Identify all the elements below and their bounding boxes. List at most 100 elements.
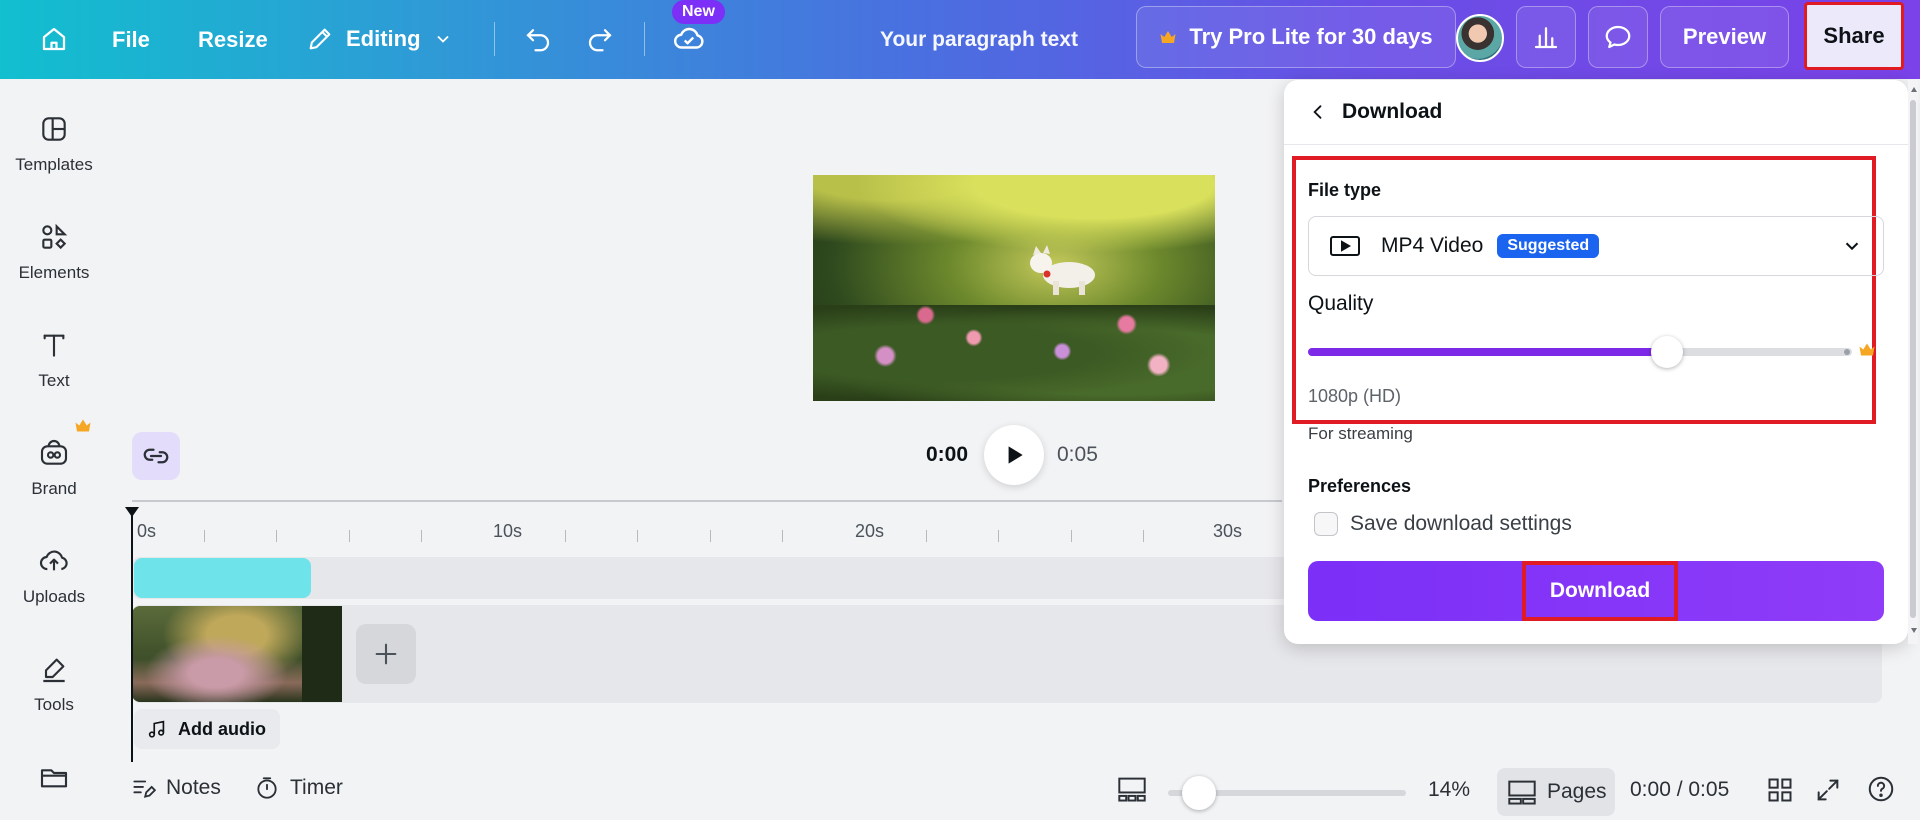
download-panel: Download File type MP4 Video Suggested Q… [1284,80,1908,644]
help-icon [1868,776,1894,802]
brand-crown-icon [75,419,91,432]
grid-icon [1768,778,1792,802]
timeline-ruler[interactable] [132,500,1282,502]
add-audio-label: Add audio [178,718,266,739]
undo-button[interactable] [516,16,560,62]
home-button[interactable] [30,16,78,62]
ruler-tick [926,530,927,542]
quality-slider-handle[interactable] [1651,336,1684,368]
document-title[interactable]: Your paragraph text [880,20,1078,60]
page-time: 0:00 / 0:05 [1630,778,1730,801]
ruler-tick [1071,530,1072,542]
ruler-tick [349,530,350,542]
download-button-label[interactable]: Download [1522,561,1678,621]
try-pro-button[interactable]: Try Pro Lite for 30 days [1136,6,1456,68]
zoom-percentage[interactable]: 14% [1428,778,1470,802]
ruler-tick [782,530,783,542]
preview-button[interactable]: Preview [1660,6,1789,68]
video-clip-thumbnail[interactable] [132,606,342,702]
pages-label: Pages [1547,780,1607,803]
music-note-icon [148,720,165,738]
zoom-slider-handle[interactable] [1182,776,1216,810]
pages-button[interactable]: Pages [1497,768,1615,816]
quality-slider-end [1844,349,1850,355]
left-sidebar: Templates Elements Text Brand Uploads To… [0,79,108,820]
fullscreen-button[interactable] [1814,776,1842,804]
quality-value: 1080p (HD) [1308,386,1402,406]
sidebar-item-elements[interactable]: Elements [0,221,108,321]
try-pro-label: Try Pro Lite for 30 days [1189,24,1433,49]
timer-button[interactable]: Timer [254,775,343,801]
video-flowers [813,175,1215,401]
video-file-icon [1330,236,1360,256]
insights-button[interactable] [1516,6,1576,68]
home-icon [42,27,66,51]
sidebar-item-label: Text [38,371,70,390]
user-avatar[interactable] [1456,14,1504,62]
sidebar-item-projects[interactable] [0,761,108,820]
editing-mode-button[interactable]: Editing [306,16,453,62]
ruler-label: 30s [1213,521,1243,541]
redo-button[interactable] [578,16,622,62]
text-clip[interactable] [134,558,311,598]
playhead-handle[interactable] [124,506,140,518]
link-scenes-button[interactable] [132,432,180,480]
thumbnail-view-icon [1118,777,1146,802]
pencil-icon [309,28,331,50]
ruler-tick [710,530,711,542]
ruler-tick [565,530,566,542]
panel-divider [1284,144,1908,145]
save-settings-label[interactable]: Save download settings [1350,512,1572,536]
ruler-tick [276,530,277,542]
editing-label: Editing [346,26,421,51]
notes-button[interactable]: Notes [130,775,221,801]
crown-icon [1859,343,1875,356]
panel-scrollbar-thumb[interactable] [1910,100,1916,618]
scroll-down-arrow-icon[interactable] [1910,626,1918,634]
back-arrow-icon[interactable] [1308,102,1328,122]
thumbnail-view-button[interactable] [1117,775,1147,803]
play-icon [1008,446,1023,464]
download-panel-title: Download [1342,100,1443,123]
link-icon [143,448,169,464]
download-panel-header[interactable]: Download [1308,100,1442,124]
sidebar-item-brand[interactable]: Brand [0,437,108,537]
help-button[interactable] [1866,774,1896,804]
play-button[interactable] [984,425,1044,485]
sidebar-item-uploads[interactable]: Uploads [0,545,108,645]
ruler-label: 20s [855,521,885,541]
save-settings-checkbox[interactable] [1314,512,1338,536]
expand-icon [1817,779,1839,801]
timer-label: Timer [290,776,343,799]
redo-icon [588,29,612,52]
scroll-up-arrow-icon[interactable] [1910,86,1918,94]
share-button[interactable]: Share [1804,2,1904,70]
ruler-tick [421,530,422,542]
sidebar-item-templates[interactable]: Templates [0,113,108,213]
add-audio-button[interactable]: Add audio [134,709,280,749]
sidebar-item-tools[interactable]: Tools [0,653,108,753]
notes-label: Notes [166,776,221,799]
timer-icon [257,777,277,799]
comments-button[interactable] [1588,6,1648,68]
quality-label: Quality [1308,292,1374,315]
chevron-down-icon [436,35,449,43]
sidebar-item-text[interactable]: Text [0,329,108,429]
playhead[interactable] [131,512,133,762]
video-preview[interactable] [813,175,1215,401]
resize-button[interactable]: Resize [198,20,268,60]
current-time: 0:00 [926,443,969,466]
pages-icon [1508,780,1536,805]
quality-slider-fill [1308,348,1668,356]
crown-icon [1160,31,1176,43]
comment-icon [1605,25,1631,49]
plus-icon [375,643,397,665]
notes-icon [133,780,156,798]
file-type-select[interactable]: MP4 Video Suggested [1308,216,1884,276]
ruler-tick [637,530,638,542]
file-menu-button[interactable]: File [112,20,150,60]
add-clip-button[interactable] [356,624,416,684]
grid-view-button[interactable] [1766,776,1794,804]
templates-icon [42,117,66,141]
quality-note: For streaming [1308,424,1413,443]
